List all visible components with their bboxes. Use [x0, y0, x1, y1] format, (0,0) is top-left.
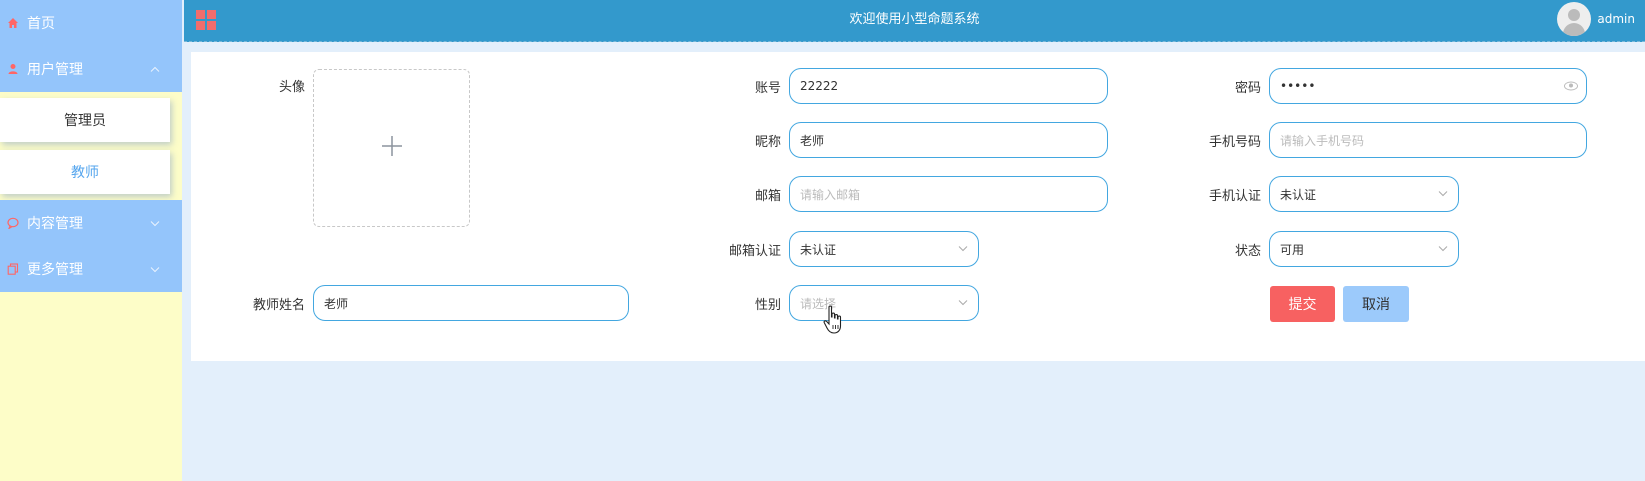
password-field: 密码 •••••	[1181, 68, 1587, 104]
email-verify-label: 邮箱认证	[728, 243, 781, 259]
chevron-up-icon	[150, 63, 160, 76]
avatar-field: 头像	[255, 76, 305, 95]
sidebar-item-label: 内容管理	[27, 216, 83, 232]
phone-input[interactable]: 请输入手机号码	[1269, 122, 1587, 158]
nickname-input[interactable]: 老师	[789, 122, 1108, 158]
nickname-field: 昵称 老师	[705, 122, 1108, 158]
plus-icon	[380, 131, 404, 166]
status-label: 状态	[1234, 243, 1261, 259]
password-label: 密码	[1234, 80, 1261, 96]
teacher-name-value: 老师	[324, 296, 349, 311]
phone-verify-select[interactable]: 未认证	[1269, 176, 1459, 212]
home-icon	[6, 16, 20, 30]
phone-verify-field: 手机认证 未认证	[1181, 176, 1459, 212]
phone-verify-value: 未认证	[1280, 187, 1317, 202]
password-input[interactable]: •••••	[1269, 68, 1587, 104]
sidebar-item-label: 用户管理	[27, 62, 83, 78]
gender-label: 性别	[754, 297, 781, 313]
teacher-name-input[interactable]: 老师	[313, 285, 629, 321]
chevron-down-icon	[150, 217, 160, 230]
gender-select[interactable]: 请选择	[789, 285, 979, 321]
sidebar-item-user-management[interactable]: 用户管理	[0, 46, 182, 92]
password-value: •••••	[1280, 79, 1316, 93]
email-placeholder: 请输入邮箱	[800, 187, 861, 202]
top-header: 欢迎使用小型命题系统 admin	[184, 0, 1645, 42]
submit-button[interactable]: 提交	[1270, 286, 1335, 322]
email-input[interactable]: 请输入邮箱	[789, 176, 1108, 212]
account-field: 账号 22222	[705, 68, 1108, 104]
phone-placeholder: 请输入手机号码	[1280, 133, 1365, 148]
hand-cursor-icon	[823, 305, 845, 335]
status-value: 可用	[1280, 242, 1305, 257]
sidebar-item-more-management[interactable]: 更多管理	[0, 246, 182, 292]
email-verify-field: 邮箱认证 未认证	[705, 231, 979, 267]
user-menu[interactable]: admin	[1557, 2, 1635, 36]
cancel-button[interactable]: 取消	[1343, 286, 1409, 322]
phone-label: 手机号码	[1208, 134, 1261, 150]
email-field: 邮箱 请输入邮箱	[705, 176, 1108, 212]
avatar[interactable]	[1557, 2, 1592, 36]
nickname-value: 老师	[800, 133, 825, 148]
teacher-name-field: 教师姓名 老师	[235, 285, 629, 321]
user-icon	[6, 62, 20, 76]
chevron-down-icon	[150, 263, 160, 276]
email-verify-select[interactable]: 未认证	[789, 231, 979, 267]
submenu-user-management: 管理员 教师	[0, 92, 182, 200]
status-field: 状态 可用	[1181, 231, 1459, 267]
account-input[interactable]: 22222	[789, 68, 1108, 104]
eye-icon[interactable]	[1564, 81, 1578, 91]
email-verify-value: 未认证	[800, 242, 837, 257]
sidebar-subitem-admin[interactable]: 管理员	[0, 98, 170, 142]
sidebar-item-label: 更多管理	[27, 262, 83, 278]
sidebar-item-content-management[interactable]: 内容管理	[0, 200, 182, 246]
status-select[interactable]: 可用	[1269, 231, 1459, 267]
avatar-label: 头像	[278, 80, 305, 95]
phone-verify-label: 手机认证	[1208, 188, 1261, 204]
chevron-down-icon	[1438, 244, 1448, 255]
header-title: 欢迎使用小型命题系统	[849, 12, 980, 27]
account-value: 22222	[800, 79, 839, 93]
teacher-name-label: 教师姓名	[252, 297, 305, 313]
sidebar-subitem-teacher[interactable]: 教师	[0, 150, 170, 194]
sidebar-subitem-label: 教师	[71, 165, 99, 181]
chevron-down-icon	[958, 244, 968, 255]
nickname-label: 昵称	[754, 134, 781, 150]
chevron-down-icon	[958, 298, 968, 309]
sidebar-item-label: 首页	[27, 16, 55, 32]
sidebar-subitem-label: 管理员	[64, 113, 106, 129]
phone-field: 手机号码 请输入手机号码	[1181, 122, 1587, 158]
username: admin	[1597, 12, 1635, 26]
chevron-down-icon	[1438, 189, 1448, 200]
account-label: 账号	[754, 80, 781, 96]
copy-icon	[6, 262, 20, 276]
email-label: 邮箱	[754, 188, 781, 204]
sidebar-item-home[interactable]: 首页	[0, 0, 182, 46]
sidebar: 首页 用户管理 管理员 教师 内容管理 更多管理	[0, 0, 182, 481]
avatar-uploader[interactable]	[313, 69, 470, 227]
chat-icon	[6, 216, 20, 230]
